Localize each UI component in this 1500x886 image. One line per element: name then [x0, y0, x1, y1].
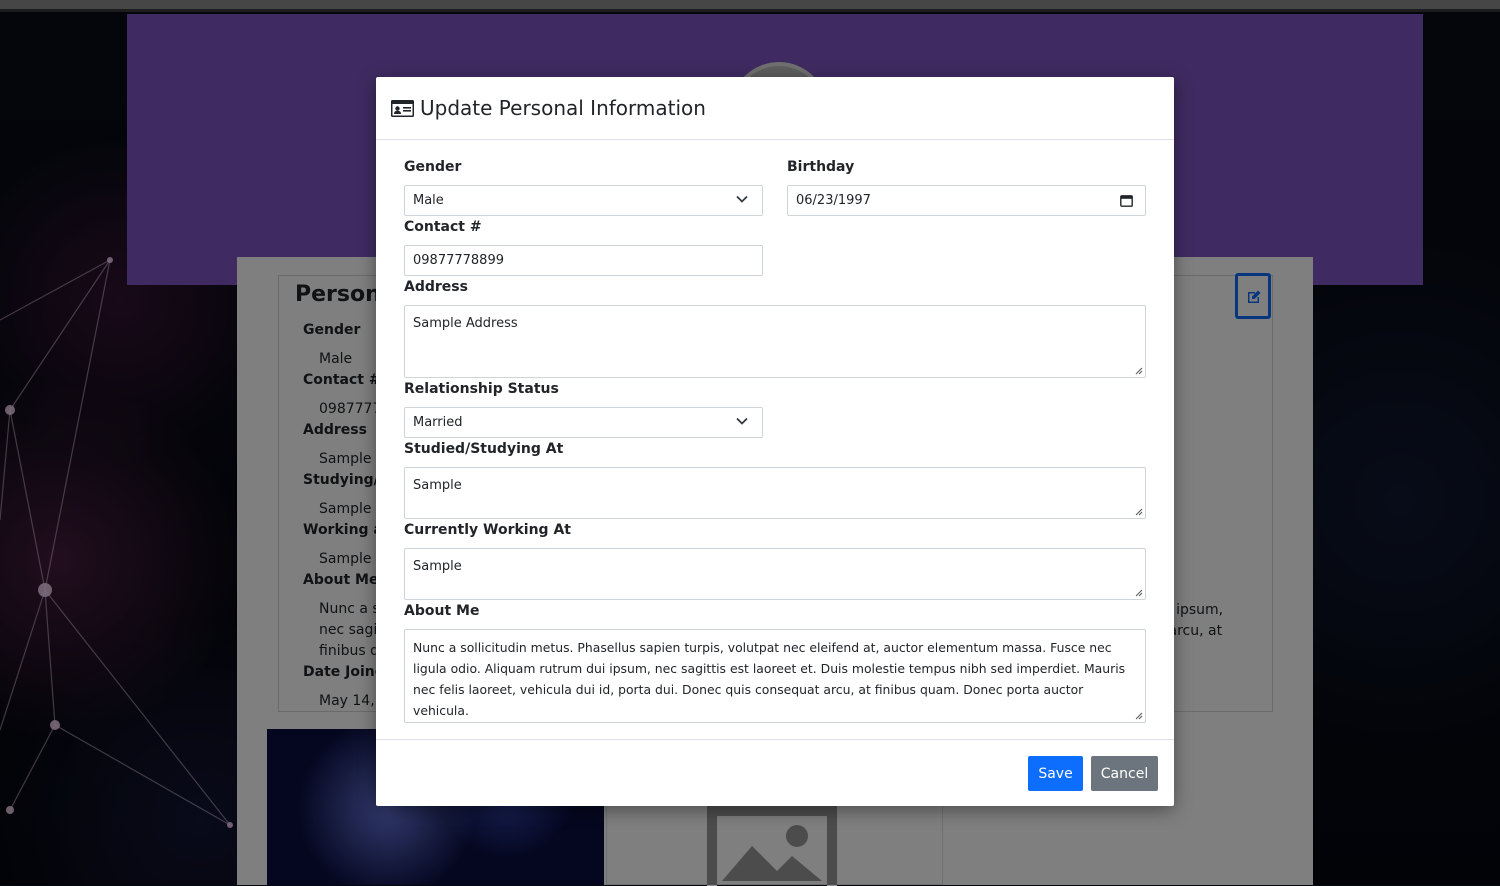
id-card-icon [391, 100, 414, 117]
working-label: Currently Working At [404, 522, 571, 538]
resize-grip-icon[interactable] [1134, 507, 1143, 516]
update-personal-info-modal: Update Personal Information Gender Male … [376, 77, 1174, 806]
studied-label: Studied/Studying At [404, 441, 564, 457]
gender-label: Gender [404, 159, 462, 175]
save-button[interactable]: Save [1028, 756, 1083, 791]
about-value: Nunc a sollicitudin metus. Phasellus sap… [413, 640, 1126, 718]
address-textarea[interactable]: Sample Address [404, 305, 1146, 378]
studied-textarea[interactable]: Sample [404, 467, 1146, 519]
relationship-select[interactable]: Married [404, 407, 763, 438]
gender-select-value: Male [413, 193, 444, 208]
modal-title: Update Personal Information [420, 96, 706, 120]
birthday-input[interactable]: 06/23/1997 [787, 185, 1146, 216]
address-label: Address [404, 279, 468, 295]
resize-grip-icon[interactable] [1134, 711, 1143, 720]
cancel-button[interactable]: Cancel [1091, 756, 1158, 791]
address-value: Sample Address [413, 316, 518, 331]
working-textarea[interactable]: Sample [404, 548, 1146, 600]
chevron-down-icon [736, 417, 748, 425]
contact-label: Contact # [404, 219, 482, 235]
relationship-label: Relationship Status [404, 381, 559, 397]
relationship-select-value: Married [413, 415, 463, 430]
resize-grip-icon[interactable] [1134, 588, 1143, 597]
modal-header: Update Personal Information [376, 77, 1174, 140]
birthday-label: Birthday [787, 159, 855, 175]
modal-footer: Save Cancel [376, 739, 1174, 807]
resize-grip-icon[interactable] [1134, 366, 1143, 375]
contact-value: 09877778899 [413, 253, 504, 268]
contact-input[interactable]: 09877778899 [404, 245, 763, 276]
modal-body: Gender Male Birthday 06/23/1997 Contact … [376, 140, 1174, 740]
about-label: About Me [404, 603, 480, 619]
chevron-down-icon [736, 195, 748, 203]
studied-value: Sample [413, 478, 462, 493]
birthday-value: 06/23/1997 [796, 193, 871, 208]
about-textarea[interactable]: Nunc a sollicitudin metus. Phasellus sap… [404, 629, 1146, 723]
gender-select[interactable]: Male [404, 185, 763, 216]
calendar-icon[interactable] [1120, 194, 1133, 207]
working-value: Sample [413, 559, 462, 574]
